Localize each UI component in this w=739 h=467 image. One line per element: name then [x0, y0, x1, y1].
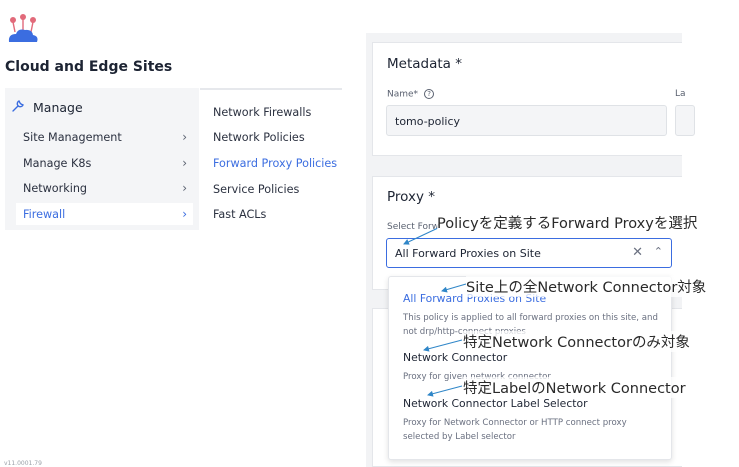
- sidebar-nav: Manage Site Management › Manage K8s › Ne…: [5, 88, 199, 230]
- sidebar-item-firewall[interactable]: Firewall ›: [16, 203, 193, 225]
- metadata-card: Metadata * Name*? La tomo-policy: [372, 42, 695, 156]
- manage-section-label: Manage: [33, 100, 83, 115]
- wrench-icon: [11, 98, 25, 117]
- submenu-divider: [200, 88, 342, 90]
- proxy-card: Proxy * Select Forw: [372, 176, 682, 290]
- submenu-item-service-policies[interactable]: Service Policies: [213, 183, 299, 196]
- forward-proxy-select[interactable]: All Forward Proxies on Site ✕ ⌃: [386, 238, 672, 268]
- sidebar-item-label: Firewall: [23, 207, 66, 221]
- submenu-item-network-policies[interactable]: Network Policies: [213, 131, 305, 144]
- help-icon[interactable]: ?: [424, 89, 435, 99]
- version-text: v11.0001.79: [4, 460, 42, 467]
- chevron-right-icon: ›: [182, 207, 187, 221]
- name-field-label: Name*?: [387, 89, 435, 100]
- submenu-item-forward-proxy-policies[interactable]: Forward Proxy Policies: [213, 157, 337, 170]
- sidebar-item-site-management[interactable]: Site Management ›: [23, 126, 193, 148]
- option-desc: Proxy for Network Connector or HTTP conn…: [403, 418, 627, 442]
- sidebar-item-label: Site Management: [23, 130, 122, 144]
- proxy-title: Proxy *: [387, 189, 436, 205]
- manage-section-header[interactable]: Manage: [11, 98, 83, 117]
- clear-icon[interactable]: ✕: [632, 245, 643, 260]
- name-input[interactable]: tomo-policy: [386, 105, 667, 136]
- app-logo-icon: [5, 12, 41, 46]
- metadata-title: Metadata *: [387, 56, 462, 72]
- annotation-select-hint: Policyを定義するForward Proxyを選択: [437, 212, 698, 233]
- chevron-right-icon: ›: [182, 130, 187, 144]
- annotation-opt1-hint: Site上の全Network Connector対象: [466, 276, 707, 297]
- labels-input[interactable]: [675, 105, 695, 136]
- annotation-opt3-hint: 特定LabelのNetwork Connector: [463, 377, 686, 398]
- sidebar-item-label: Manage K8s: [23, 156, 92, 170]
- app-title: Cloud and Edge Sites: [5, 59, 173, 75]
- option-network-connector-label-selector[interactable]: Network Connector Label Selector: [403, 397, 588, 410]
- submenu-item-network-firewalls[interactable]: Network Firewalls: [213, 106, 311, 119]
- sidebar-item-networking[interactable]: Networking ›: [23, 177, 193, 199]
- select-forward-proxy-label: Select Forw: [387, 222, 440, 232]
- name-label-text: Name*: [387, 89, 419, 100]
- sidebar-item-label: Networking: [23, 181, 88, 195]
- submenu-item-fast-acls[interactable]: Fast ACLs: [213, 208, 266, 221]
- forward-proxy-dropdown: All Forward Proxies on Site This policy …: [388, 276, 672, 460]
- selected-value: All Forward Proxies on Site: [395, 246, 541, 260]
- annotation-opt2-hint: 特定Network Connectorのみ対象: [463, 331, 690, 352]
- labels-field-label: La: [675, 89, 686, 99]
- chevron-right-icon: ›: [182, 156, 187, 170]
- sidebar-item-manage-k8s[interactable]: Manage K8s ›: [23, 152, 193, 174]
- option-network-connector[interactable]: Network Connector: [403, 351, 507, 364]
- chevron-up-icon[interactable]: ⌃: [654, 245, 663, 258]
- chevron-right-icon: ›: [182, 181, 187, 195]
- firewall-submenu: Network Firewalls Network Policies Forwa…: [200, 88, 342, 230]
